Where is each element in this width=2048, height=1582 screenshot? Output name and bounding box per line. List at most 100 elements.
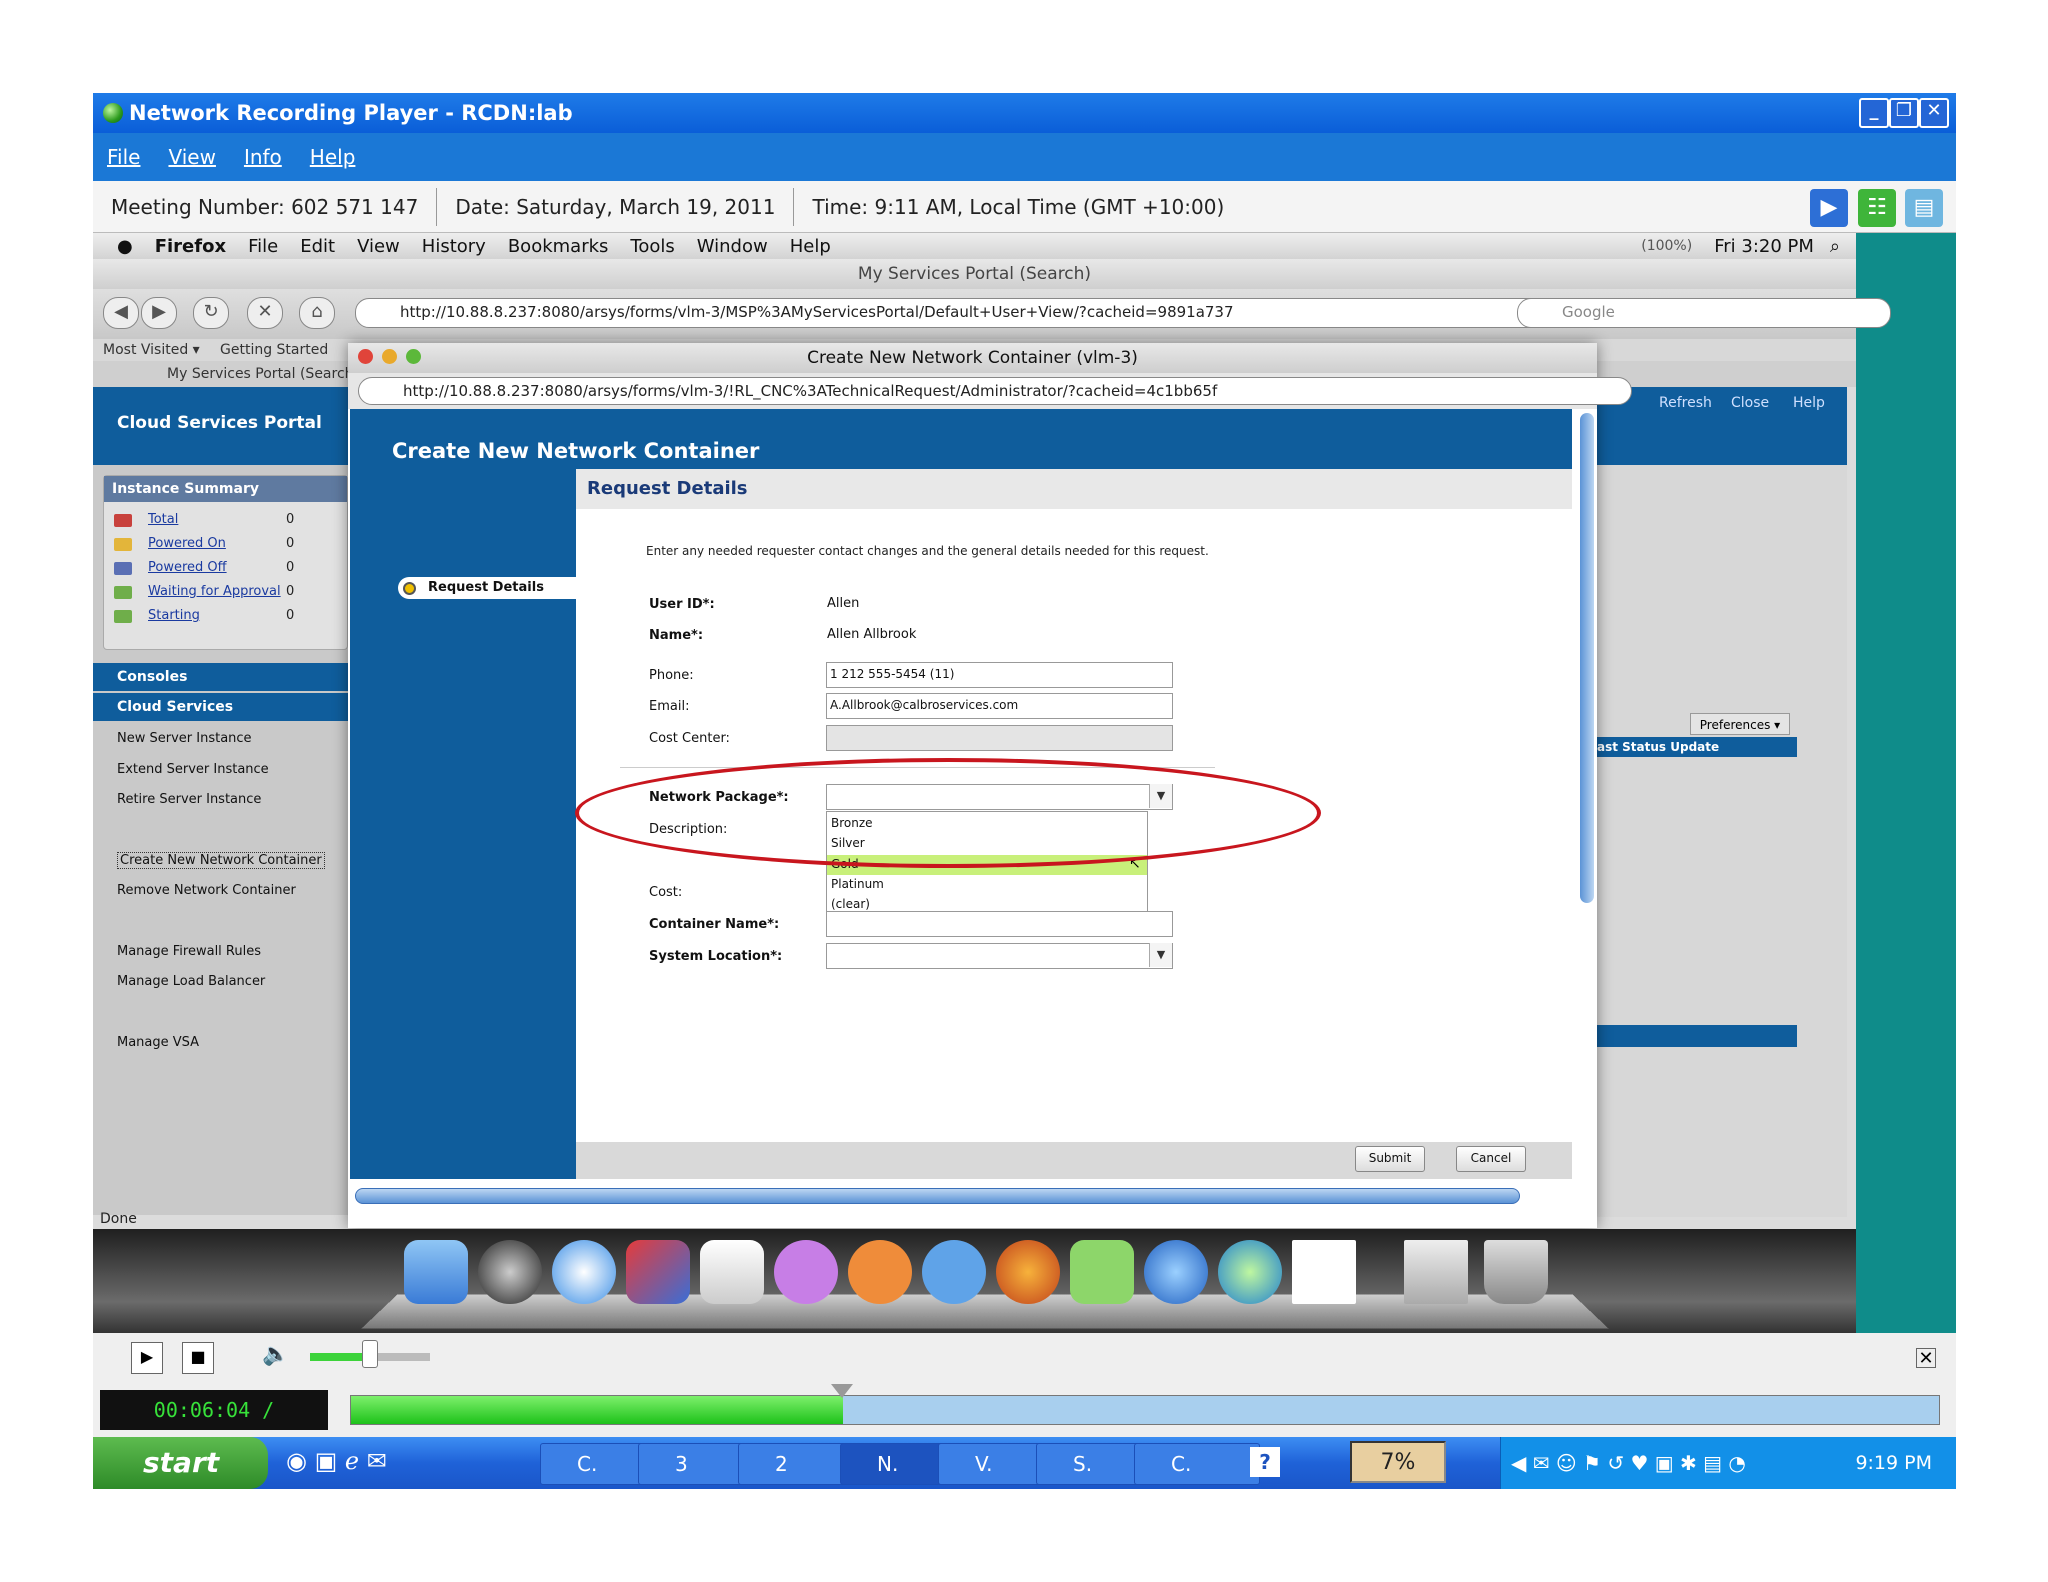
stop-button[interactable]: ■ bbox=[182, 1342, 214, 1374]
firefox-icon[interactable] bbox=[996, 1240, 1060, 1304]
window-zoom-icon[interactable] bbox=[406, 349, 421, 364]
dialog-url-field[interactable]: http://10.88.8.237:8080/arsys/forms/vlm-… bbox=[358, 377, 1632, 405]
step-request-details[interactable]: Request Details bbox=[398, 577, 576, 599]
menu-file[interactable]: File bbox=[107, 145, 140, 169]
back-icon[interactable]: ◀ bbox=[103, 297, 139, 329]
phone-field[interactable]: 1 212 555-5454 (11) bbox=[826, 662, 1173, 688]
container-name-field[interactable] bbox=[826, 911, 1173, 937]
stop-icon[interactable]: ✕ bbox=[247, 297, 283, 329]
chevron-down-icon[interactable]: ▼ bbox=[1149, 943, 1172, 967]
app-x-icon[interactable] bbox=[1070, 1240, 1134, 1304]
submit-button[interactable]: Submit bbox=[1355, 1146, 1425, 1172]
participants-icon[interactable]: ☷ bbox=[1858, 189, 1896, 227]
help-icon[interactable]: ? bbox=[1250, 1447, 1280, 1477]
consoles-section[interactable]: Consoles bbox=[93, 663, 372, 691]
apple-icon[interactable]: ● bbox=[117, 236, 133, 257]
webex-orb-icon bbox=[103, 103, 123, 123]
nav-manage-load-balancer[interactable]: Manage Load Balancer bbox=[117, 974, 265, 989]
home-icon[interactable]: ⌂ bbox=[299, 297, 335, 329]
close-panel-icon[interactable]: ✕ bbox=[1916, 1348, 1936, 1369]
instance-summary-count: 0 bbox=[286, 560, 295, 575]
window-preview-icon[interactable] bbox=[1404, 1240, 1468, 1304]
preferences-dropdown[interactable]: Preferences ▾ bbox=[1690, 713, 1790, 735]
mac-menu-window[interactable]: Window bbox=[697, 236, 768, 257]
folder-icon bbox=[114, 538, 132, 551]
itunes-icon[interactable] bbox=[1144, 1240, 1208, 1304]
instance-summary-link[interactable]: Starting bbox=[148, 608, 200, 623]
folder-icon bbox=[114, 586, 132, 599]
nav-new-server-instance[interactable]: New Server Instance bbox=[117, 731, 252, 746]
app-p-icon[interactable] bbox=[848, 1240, 912, 1304]
nav-remove-network-container[interactable]: Remove Network Container bbox=[117, 883, 296, 898]
app-e-icon[interactable] bbox=[774, 1240, 838, 1304]
menu-help[interactable]: Help bbox=[310, 145, 356, 169]
menu-info[interactable]: Info bbox=[244, 145, 282, 169]
mac-menu-file[interactable]: File bbox=[248, 236, 278, 257]
task-c2[interactable]: C. bbox=[1134, 1443, 1260, 1485]
nav-extend-server-instance[interactable]: Extend Server Instance bbox=[117, 762, 269, 777]
tab-my-services-portal[interactable]: My Services Portal (Search) bbox=[167, 366, 359, 382]
nav-manage-firewall-rules[interactable]: Manage Firewall Rules bbox=[117, 944, 261, 959]
window-close-icon[interactable] bbox=[358, 349, 373, 364]
mac-menu-edit[interactable]: Edit bbox=[300, 236, 335, 257]
trash-icon[interactable] bbox=[1484, 1240, 1548, 1304]
dialog-horizontal-scrollbar[interactable] bbox=[355, 1188, 1520, 1204]
document-icon[interactable]: ▤ bbox=[1905, 189, 1943, 227]
progress-handle[interactable] bbox=[831, 1384, 853, 1398]
firefox-toolbar: ◀ ▶ ↻ ✕ ⌂ http://10.88.8.237:8080/arsys/… bbox=[93, 289, 1891, 339]
close-button[interactable]: ✕ bbox=[1919, 98, 1949, 128]
cisco-icon[interactable] bbox=[1292, 1240, 1356, 1304]
webex-icon[interactable] bbox=[1218, 1240, 1282, 1304]
quick-launch-icons[interactable]: ◉ ▣ ℯ ✉ bbox=[286, 1447, 387, 1475]
mac-menu-view[interactable]: View bbox=[357, 236, 400, 257]
close-link[interactable]: Close bbox=[1731, 395, 1769, 411]
search-field[interactable]: Google bbox=[1517, 298, 1891, 328]
app-w-icon[interactable] bbox=[922, 1240, 986, 1304]
window-minimize-icon[interactable] bbox=[382, 349, 397, 364]
menu-view[interactable]: View bbox=[168, 145, 215, 169]
bookmark-getting-started[interactable]: Getting Started bbox=[220, 342, 328, 358]
nav-retire-server-instance[interactable]: Retire Server Instance bbox=[117, 792, 261, 807]
spotlight-icon[interactable]: ⌕ bbox=[1830, 236, 1840, 257]
mac-menu-help[interactable]: Help bbox=[790, 236, 831, 257]
video-icon[interactable]: ▶ bbox=[1810, 189, 1848, 227]
system-location-dropdown[interactable]: ▼ bbox=[826, 943, 1173, 969]
start-button[interactable]: start bbox=[93, 1437, 268, 1489]
textedit-icon[interactable] bbox=[700, 1240, 764, 1304]
nav-manage-vsa[interactable]: Manage VSA bbox=[117, 1035, 199, 1050]
mac-menu-bookmarks[interactable]: Bookmarks bbox=[508, 236, 609, 257]
email-field[interactable]: A.Allbrook@calbroservices.com bbox=[826, 693, 1173, 719]
refresh-link[interactable]: Refresh bbox=[1659, 395, 1712, 411]
minimize-button[interactable]: _ bbox=[1859, 98, 1889, 128]
forward-icon[interactable]: ▶ bbox=[141, 297, 177, 329]
battery-level: (100%) bbox=[1641, 238, 1693, 254]
volume-slider-handle[interactable] bbox=[362, 1340, 378, 1368]
bookmark-most-visited[interactable]: Most Visited ▾ bbox=[103, 342, 200, 358]
instance-summary-link[interactable]: Waiting for Approval bbox=[148, 584, 281, 599]
nav-create-new-network-container[interactable]: Create New Network Container bbox=[117, 852, 325, 869]
main-url-field[interactable]: http://10.88.8.237:8080/arsys/forms/vlm-… bbox=[355, 298, 1637, 328]
mac-menu-tools[interactable]: Tools bbox=[630, 236, 674, 257]
firefox-window-title: My Services Portal (Search) bbox=[93, 259, 1856, 289]
option-platinum[interactable]: Platinum bbox=[831, 877, 884, 891]
cancel-button[interactable]: Cancel bbox=[1456, 1146, 1526, 1172]
finder-icon[interactable] bbox=[404, 1240, 468, 1304]
cloud-services-section[interactable]: Cloud Services bbox=[93, 693, 372, 721]
mac-menu-history[interactable]: History bbox=[422, 236, 486, 257]
dialog-vertical-scrollbar[interactable] bbox=[1580, 413, 1594, 903]
mac-menu-firefox[interactable]: Firefox bbox=[155, 236, 226, 257]
option-clear[interactable]: (clear) bbox=[831, 897, 870, 911]
play-button[interactable]: ▶ bbox=[131, 1342, 163, 1374]
cost-center-field[interactable] bbox=[826, 725, 1173, 751]
instance-summary-link[interactable]: Powered On bbox=[148, 536, 226, 551]
instance-summary-link[interactable]: Total bbox=[148, 512, 178, 527]
maximize-button[interactable]: ❐ bbox=[1889, 98, 1919, 128]
tray-icons[interactable]: ◀ ✉ ☺ ⚑ ↺ ♥ ▣ ✱ ▤ ◔ bbox=[1511, 1437, 1746, 1489]
instance-summary-link[interactable]: Powered Off bbox=[148, 560, 227, 575]
reload-icon[interactable]: ↻ bbox=[193, 297, 229, 329]
speaker-icon[interactable]: 🔈 bbox=[262, 1342, 289, 1367]
parallels-icon[interactable] bbox=[626, 1240, 690, 1304]
help-link[interactable]: Help bbox=[1793, 395, 1825, 411]
dashboard-icon[interactable] bbox=[478, 1240, 542, 1304]
safari-icon[interactable] bbox=[552, 1240, 616, 1304]
